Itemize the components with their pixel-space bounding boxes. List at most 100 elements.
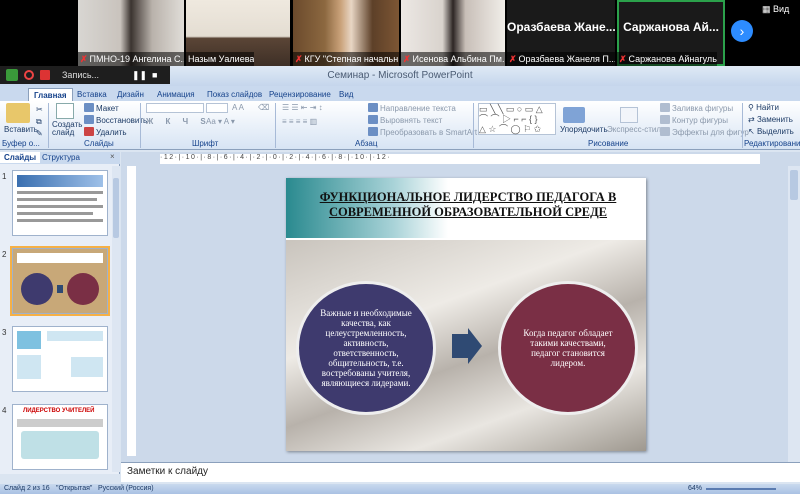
paste-button[interactable]: Вставить — [4, 125, 38, 134]
slide-indicator: Слайд 2 из 16 — [4, 485, 50, 492]
participant-tile[interactable]: ✗ Исенова Альбина Пм... — [401, 0, 505, 66]
tab-slides[interactable]: Слайды — [0, 152, 41, 163]
powerpoint-window: Семинар - Microsoft PowerPoint Запись...… — [0, 66, 800, 494]
shape-effects-button[interactable]: Эффекты для фигур — [660, 127, 749, 137]
slide-thumbnail-selected[interactable] — [10, 246, 110, 316]
shapes-gallery[interactable]: ▭ ╲ ╲ ▭ ○ ▭ △ ⌒ ⌒ ▷ ⌐ ⌐ { } △ ☆ ⌒ ◯ ⚐ ✩ — [478, 103, 556, 135]
layout-button[interactable]: Макет — [84, 103, 119, 113]
muted-mic-icon: ✗ — [509, 54, 517, 64]
editing-group-label: Редактирование — [744, 139, 800, 148]
list-icons[interactable]: ☰ ☰ ⇤ ⇥ ↕ — [282, 103, 323, 112]
replace-button[interactable]: ⇄ Заменить — [748, 115, 793, 124]
next-page-button[interactable]: › — [731, 20, 753, 42]
clipboard-group-label: Буфер о... — [2, 139, 40, 148]
slide-number: 4 — [2, 406, 7, 415]
grow-font-icon[interactable]: A A — [232, 103, 244, 112]
cursor-icon: ↖ — [748, 127, 755, 136]
muted-mic-icon: ✗ — [295, 54, 303, 64]
slide-title[interactable]: ФУНКЦИОНАЛЬНОЕ ЛИДЕРСТВО ПЕДАГОГА В СОВР… — [298, 190, 638, 220]
slide-thumbnail[interactable]: ЛИДЕРСТВО УЧИТЕЛЕЙ — [12, 404, 108, 470]
slide-thumbnail[interactable] — [12, 326, 108, 392]
arrange-icon[interactable] — [563, 107, 585, 123]
right-circle[interactable]: Когда педагог обладает такими качествами… — [498, 281, 638, 415]
participant-name: ✗ КГУ "Степная начальн... — [293, 52, 399, 66]
slide-thumbnails-pane: 1 2 3 4 ЛИДЕРСТВО УЧИТЕЛЕЙ — [0, 164, 120, 474]
slide-number: 2 — [2, 250, 7, 259]
notes-pane[interactable]: Заметки к слайду — [121, 462, 800, 482]
select-button[interactable]: ↖ Выделить — [748, 127, 794, 136]
zoom-slider[interactable] — [706, 488, 776, 490]
grid-icon: ▦ — [762, 4, 771, 14]
smartart-icon — [368, 127, 378, 136]
font-color-icon[interactable]: Aa ▾ A ▾ — [206, 117, 235, 126]
delete-slide-button[interactable]: Удалить — [84, 127, 127, 137]
tab-outline[interactable]: Структура — [42, 153, 80, 162]
participant-name: ✗ ПМНО-19 Ангелина С... — [78, 52, 184, 66]
participant-name: ✗ Исенова Альбина Пм... — [401, 52, 505, 66]
delete-icon — [84, 127, 94, 136]
view-button[interactable]: ▦ Вид — [762, 4, 789, 15]
thumbnail-scrollbar[interactable] — [112, 166, 120, 472]
font-style-buttons[interactable]: Ж К Ч S — [146, 117, 211, 126]
clear-format-icon[interactable]: ⌫ — [258, 103, 269, 112]
vertical-scrollbar[interactable] — [788, 166, 800, 462]
participant-tile-active-speaker[interactable]: Саржанова Ай... ✗ Саржанова Айнагуль — [617, 0, 725, 66]
ribbon: Вставить ✂ ⧉ ✎ Буфер о... Создать слайд … — [0, 101, 800, 150]
reset-icon — [84, 115, 94, 124]
slide-thumbnail[interactable] — [12, 170, 108, 236]
participant-display-name: Оразбаева Жане... — [507, 20, 615, 34]
align-text-button[interactable]: Выровнять текст — [368, 115, 442, 125]
tab-view[interactable]: Вид — [334, 88, 358, 101]
font-size-select[interactable] — [206, 103, 228, 113]
pause-icon[interactable]: ❚❚ — [132, 66, 147, 84]
paste-icon[interactable] — [6, 103, 30, 123]
shape-fill-button[interactable]: Заливка фигуры — [660, 103, 733, 113]
tab-design[interactable]: Дизайн — [112, 88, 149, 101]
reset-button[interactable]: Восстановить — [84, 115, 147, 125]
ribbon-tabs: Главная Вставка Дизайн Анимация Показ сл… — [0, 86, 800, 101]
left-circle[interactable]: Важные и необходимые качества, как целеу… — [296, 281, 436, 415]
tab-home[interactable]: Главная — [28, 88, 73, 101]
participant-tile[interactable]: Оразбаева Жане... ✗ Оразбаева Жанеля П... — [507, 0, 615, 66]
align-text-icon — [368, 115, 378, 124]
shape-outline-button[interactable]: Контур фигуры — [660, 115, 728, 125]
tab-insert[interactable]: Вставка — [72, 88, 112, 101]
tab-review[interactable]: Рецензирование — [264, 88, 336, 101]
find-button[interactable]: ⚲ Найти — [748, 103, 779, 112]
cut-icon[interactable]: ✂ — [36, 105, 43, 114]
close-pane-icon[interactable]: × — [110, 152, 115, 161]
thumbnail-title: ЛИДЕРСТВО УЧИТЕЛЕЙ — [23, 408, 95, 414]
format-painter-icon[interactable]: ✎ — [36, 129, 43, 138]
layout-icon — [84, 103, 94, 112]
quick-styles-button[interactable]: Экспресс-стили — [607, 125, 666, 134]
participant-tile[interactable]: Назым Уалиева — [186, 0, 290, 66]
binoculars-icon: ⚲ — [748, 103, 754, 112]
participant-name: Назым Уалиева — [186, 52, 255, 66]
theme-name: "Открытая" — [56, 485, 93, 492]
stop-icon[interactable]: ■ — [152, 66, 157, 84]
tab-animation[interactable]: Анимация — [152, 88, 200, 101]
muted-mic-icon: ✗ — [619, 54, 627, 64]
quick-styles-icon[interactable] — [620, 107, 638, 123]
participant-tile[interactable]: ✗ ПМНО-19 Ангелина С... — [78, 0, 184, 66]
arrange-button[interactable]: Упорядочить — [560, 125, 608, 134]
new-slide-icon[interactable] — [56, 103, 74, 119]
muted-mic-icon: ✗ — [80, 54, 88, 64]
font-name-select[interactable] — [146, 103, 204, 113]
text-direction-button[interactable]: Направление текста — [368, 103, 456, 113]
copy-icon[interactable]: ⧉ — [36, 117, 42, 127]
new-slide-button[interactable]: Создать слайд — [52, 121, 82, 137]
align-icons[interactable]: ≡ ≡ ≡ ≡ ▥ — [282, 117, 317, 126]
current-slide[interactable]: ФУНКЦИОНАЛЬНОЕ ЛИДЕРСТВО ПЕДАГОГА В СОВР… — [286, 178, 646, 451]
effects-icon — [660, 127, 670, 136]
recording-label: Запись... — [62, 70, 100, 80]
stop-recording-icon[interactable] — [40, 70, 50, 80]
tab-slideshow[interactable]: Показ слайдов — [202, 88, 267, 101]
drawing-group-label: Рисование — [588, 139, 629, 148]
window-title: Семинар - Microsoft PowerPoint — [327, 70, 473, 81]
outline-icon — [660, 115, 670, 124]
vertical-ruler — [127, 166, 136, 456]
participant-tile[interactable]: ✗ КГУ "Степная начальн... — [293, 0, 399, 66]
smartart-button[interactable]: Преобразовать в SmartArt — [368, 127, 477, 137]
slide-number: 1 — [2, 172, 7, 181]
